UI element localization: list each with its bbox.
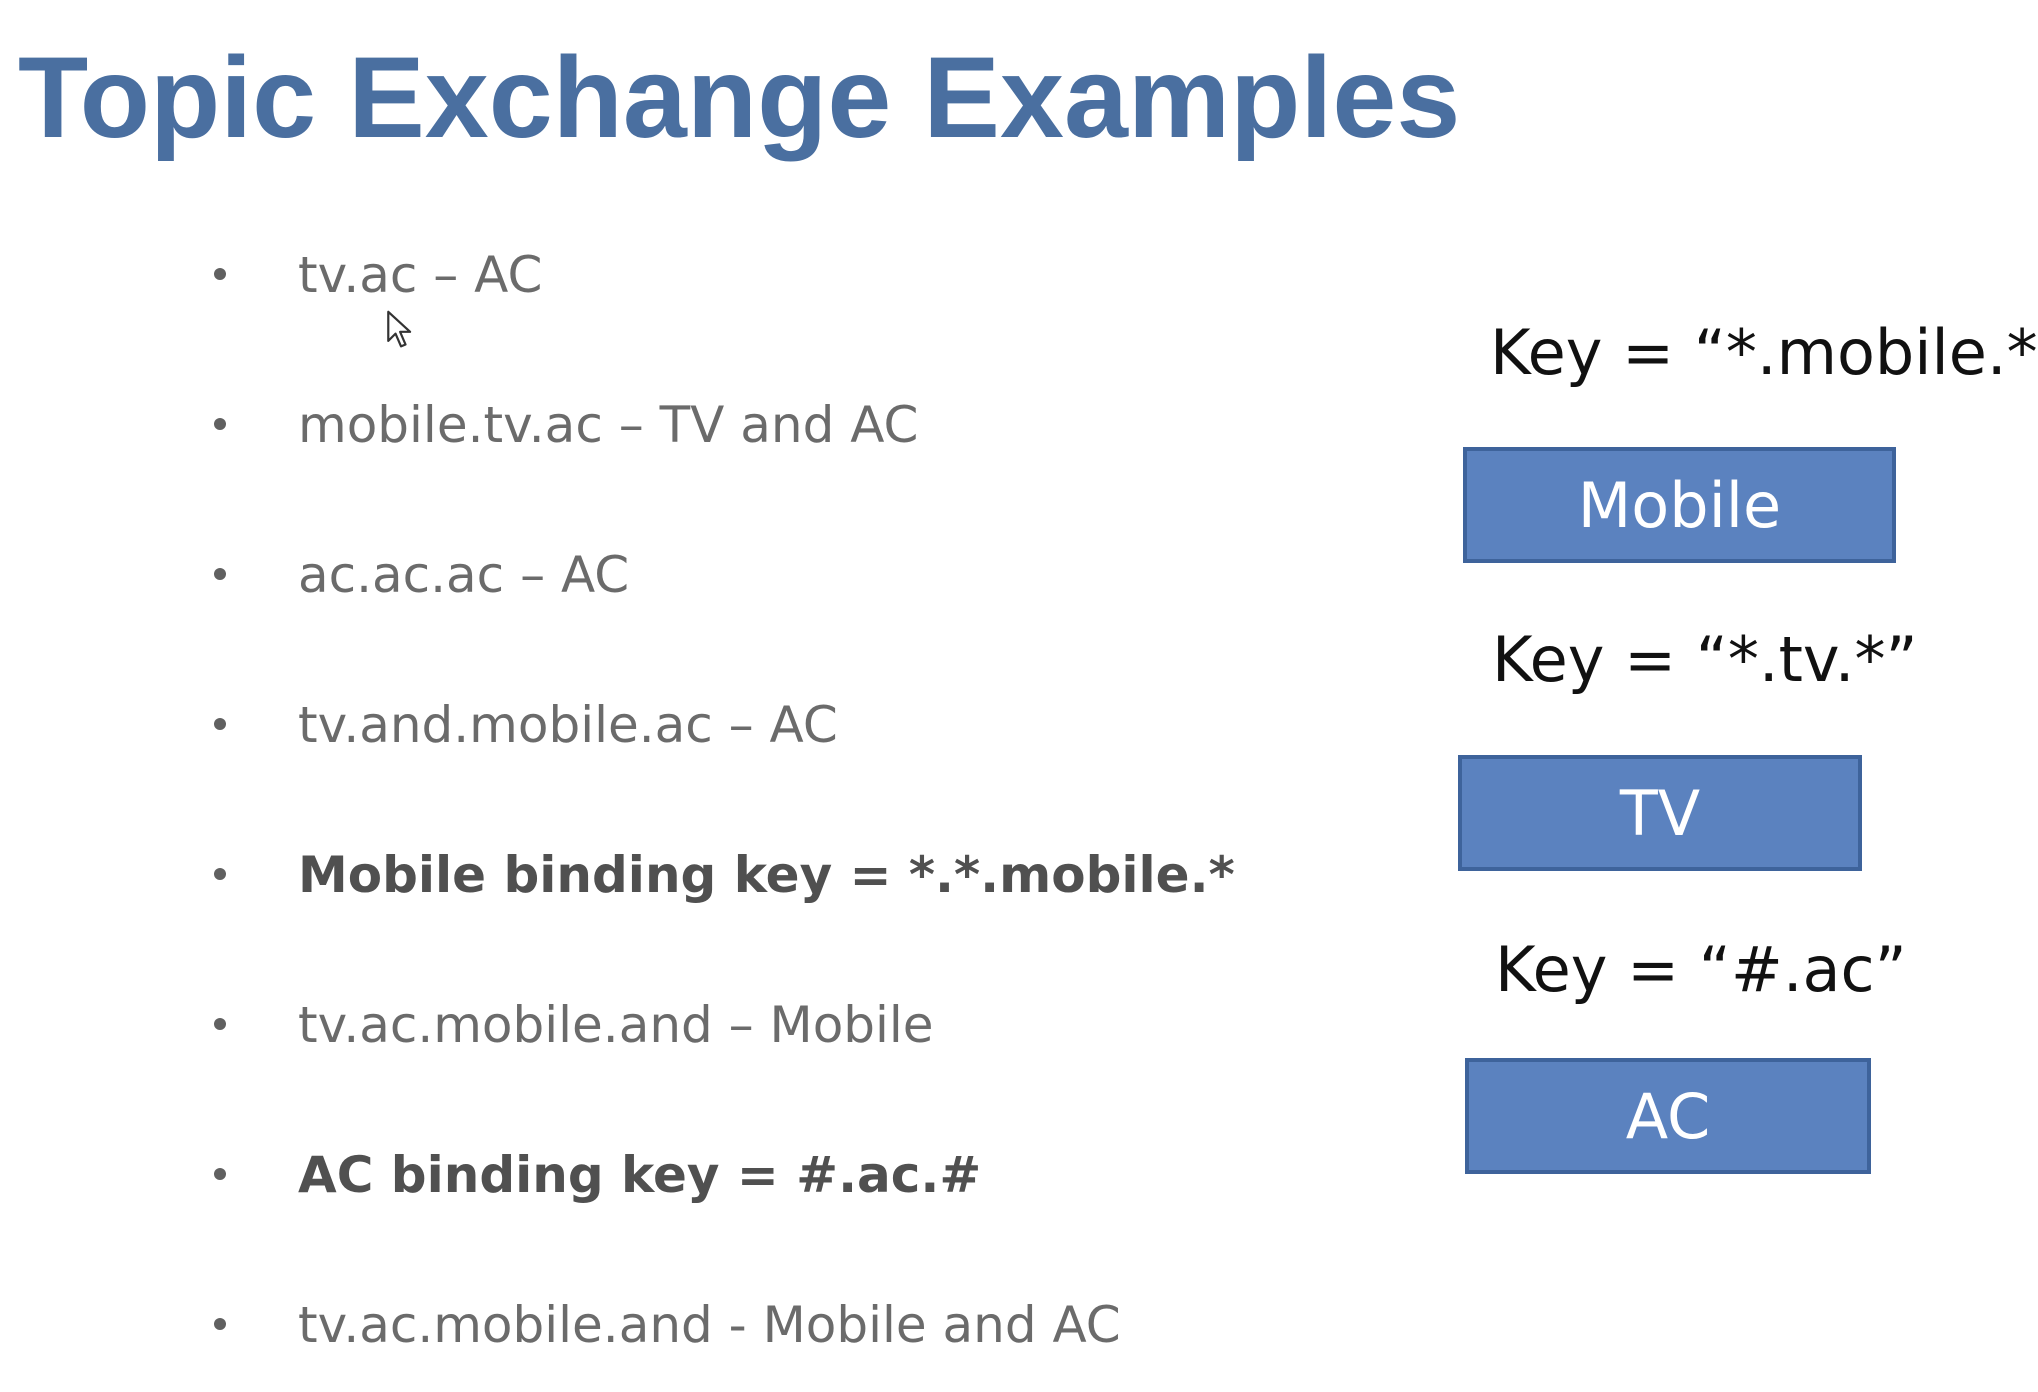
bullet-text: tv.and.mobile.ac – AC xyxy=(298,696,838,754)
bullet-dot-icon xyxy=(214,718,226,730)
ac-queue-box: AC xyxy=(1465,1058,1871,1174)
bullet-dot-icon xyxy=(214,868,226,880)
bullet-item-4: tv.and.mobile.ac – AC xyxy=(200,690,1380,840)
bullet-item-8: tv.ac.mobile.and - Mobile and AC xyxy=(200,1290,1380,1392)
bullet-text: tv.ac.mobile.and – Mobile xyxy=(298,996,934,1054)
bullet-text: AC binding key = #.ac.# xyxy=(298,1146,982,1204)
bullet-item-1: tv.ac – AC xyxy=(200,240,1380,390)
bullet-dot-icon xyxy=(214,418,226,430)
bullet-text: Mobile binding key = *.*.mobile.* xyxy=(298,846,1235,904)
bullet-dot-icon xyxy=(214,1018,226,1030)
tv-queue-box: TV xyxy=(1458,755,1862,871)
bullet-dot-icon xyxy=(214,268,226,280)
bullet-text: tv.ac.mobile.and - Mobile and AC xyxy=(298,1296,1121,1354)
mobile-key-label: Key = “*.mobile.*” xyxy=(1490,316,2038,389)
bullet-dot-icon xyxy=(214,568,226,580)
bullet-list: tv.ac – AC mobile.tv.ac – TV and AC ac.a… xyxy=(200,240,1380,1392)
bullet-dot-icon xyxy=(214,1168,226,1180)
mouse-pointer-icon xyxy=(387,310,412,348)
bullet-item-5: Mobile binding key = *.*.mobile.* xyxy=(200,840,1380,990)
bullet-item-2: mobile.tv.ac – TV and AC xyxy=(200,390,1380,540)
slide-title: Topic Exchange Examples xyxy=(18,34,1461,162)
bullet-dot-icon xyxy=(214,1318,226,1330)
ac-key-label: Key = “#.ac” xyxy=(1495,933,1907,1006)
bullet-item-7: AC binding key = #.ac.# xyxy=(200,1140,1380,1290)
bullet-text: tv.ac – AC xyxy=(298,246,543,304)
tv-key-label: Key = “*.tv.*” xyxy=(1492,623,1918,696)
bullet-item-6: tv.ac.mobile.and – Mobile xyxy=(200,990,1380,1140)
slide: Topic Exchange Examples tv.ac – AC mobil… xyxy=(0,0,2038,1392)
bullet-item-3: ac.ac.ac – AC xyxy=(200,540,1380,690)
bullet-text: ac.ac.ac – AC xyxy=(298,546,630,604)
bullet-text: mobile.tv.ac – TV and AC xyxy=(298,396,919,454)
mobile-queue-box: Mobile xyxy=(1463,447,1896,563)
